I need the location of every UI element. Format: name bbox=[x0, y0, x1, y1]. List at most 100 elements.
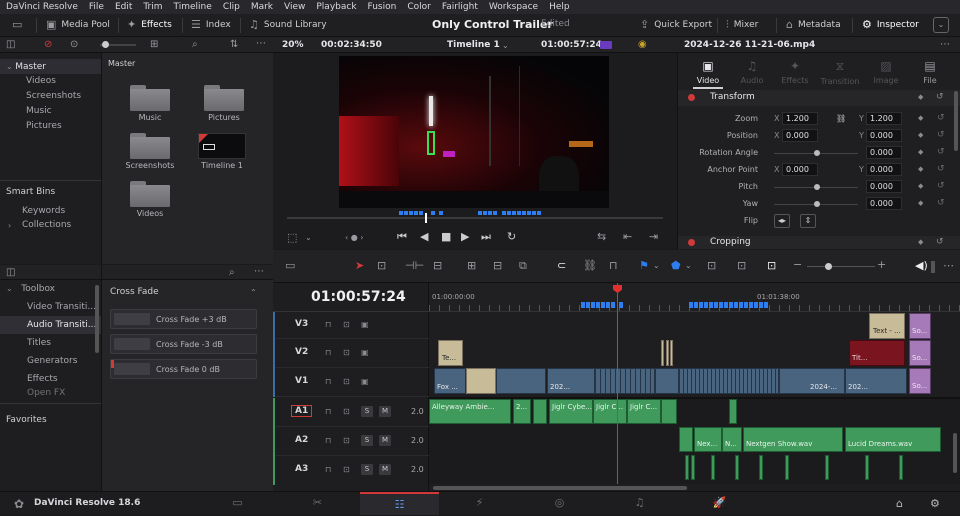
auto-select-icon[interactable]: ⊡ bbox=[343, 407, 350, 416]
v1-cuts-a[interactable] bbox=[595, 368, 655, 394]
timeline-marker[interactable] bbox=[749, 302, 753, 308]
a1-clip-2[interactable]: 2... bbox=[513, 399, 531, 424]
timeline-tracks[interactable]: 01:00:00:00 01:01:38:00 Text - ... So...… bbox=[429, 283, 960, 491]
menu-edit[interactable]: Edit bbox=[115, 2, 132, 12]
timeline-marker[interactable] bbox=[606, 302, 610, 308]
timeline-playhead[interactable] bbox=[617, 283, 618, 491]
trim-tool-icon[interactable]: ⊡ bbox=[377, 260, 386, 271]
viewer-zoom[interactable]: 20% bbox=[282, 40, 304, 50]
a3-clip-g[interactable] bbox=[825, 455, 829, 480]
a1-jiglr-c-clip-2[interactable]: Jiglr C... bbox=[627, 399, 661, 424]
v2-title-clip[interactable]: Tit... bbox=[849, 340, 905, 366]
timeline-marker[interactable] bbox=[689, 302, 693, 308]
timeline-marker[interactable] bbox=[694, 302, 698, 308]
tab-image[interactable]: ▨ Image bbox=[864, 59, 908, 85]
solo-button[interactable]: S bbox=[361, 406, 373, 417]
a1-alleyway-clip[interactable]: Alleyway Ambie... bbox=[429, 399, 511, 424]
link-icon[interactable]: ⊘ bbox=[44, 39, 52, 50]
next-edit-icon[interactable]: ⇥ bbox=[649, 231, 658, 242]
play-reverse-icon[interactable]: ◀ bbox=[420, 231, 428, 242]
play-icon[interactable]: ▶ bbox=[461, 231, 469, 242]
fx-audio-transitions[interactable]: Audio Transiti... bbox=[0, 316, 101, 334]
search-icon[interactable]: ⌕ bbox=[192, 39, 198, 50]
tab-video[interactable]: ▣ Video bbox=[686, 59, 730, 89]
viewer-marker[interactable] bbox=[507, 211, 511, 215]
menu-color[interactable]: Color bbox=[407, 2, 431, 12]
fx-generators[interactable]: Generators bbox=[0, 352, 101, 370]
reset-icon[interactable]: ↺ bbox=[937, 198, 952, 208]
folder-videos[interactable] bbox=[130, 181, 170, 207]
metadata-button[interactable]: ⌂ Metadata bbox=[786, 19, 841, 30]
viewer-marker[interactable] bbox=[478, 211, 482, 215]
timeline-ruler[interactable]: 01:00:00:00 01:01:38:00 bbox=[429, 283, 960, 312]
flag-icon[interactable]: ⚑ bbox=[639, 260, 649, 271]
viewer-marker[interactable] bbox=[512, 211, 516, 215]
transform-header[interactable]: Transform ◆ ↺ bbox=[678, 90, 960, 106]
marker-icon[interactable]: ⬟ bbox=[671, 260, 681, 271]
timeline-marker[interactable] bbox=[764, 302, 768, 308]
sidebar-toggle-icon[interactable]: ◫ bbox=[6, 39, 15, 50]
pitch-slider-knob[interactable] bbox=[814, 184, 820, 190]
effects-tree-scrollbar[interactable] bbox=[95, 285, 99, 353]
timeline-zoom-slider[interactable] bbox=[807, 266, 875, 267]
timeline-thumbnail[interactable] bbox=[198, 133, 246, 159]
timeline-marker[interactable] bbox=[619, 302, 623, 308]
solo-button[interactable]: S bbox=[361, 464, 373, 475]
pitch-field[interactable]: 0.000 bbox=[866, 180, 902, 193]
menu-file[interactable]: File bbox=[89, 2, 104, 12]
dynamic-trim-icon[interactable]: ⊣⊢ bbox=[405, 260, 424, 271]
timeline-marker[interactable] bbox=[586, 302, 590, 308]
viewer-marker[interactable] bbox=[414, 211, 418, 215]
v2-so-clip[interactable]: So... bbox=[909, 340, 931, 366]
reset-icon[interactable]: ↺ bbox=[936, 92, 944, 102]
keyframe-icon[interactable]: ◆ bbox=[918, 182, 923, 190]
anchor-x-field[interactable]: 0.000 bbox=[782, 163, 818, 176]
viewer-marker[interactable] bbox=[517, 211, 521, 215]
v1-2024-clip-b[interactable]: 2024-... bbox=[779, 368, 845, 394]
effects-button[interactable]: ✦ Effects bbox=[127, 19, 172, 30]
fx-titles[interactable]: Titles bbox=[0, 334, 101, 352]
zoom-x-field[interactable]: 1.200 bbox=[782, 112, 818, 125]
reset-icon[interactable]: ↺ bbox=[937, 113, 952, 123]
v3-text-clip[interactable]: Text - ... bbox=[869, 313, 905, 339]
auto-select-icon[interactable]: ⊡ bbox=[343, 465, 350, 474]
auto-select-icon[interactable]: ⊡ bbox=[343, 436, 350, 445]
menu-timeline[interactable]: Timeline bbox=[174, 2, 212, 12]
viewer-marker[interactable] bbox=[404, 211, 408, 215]
reset-icon[interactable]: ↺ bbox=[937, 130, 952, 140]
a3-clip-f[interactable] bbox=[785, 455, 789, 480]
keyframe-icon[interactable]: ◆ bbox=[918, 93, 923, 101]
v2-text-clip[interactable]: Te... bbox=[438, 340, 463, 366]
a2-lucid-dreams-clip[interactable]: Lucid Dreams.wav bbox=[845, 427, 941, 452]
rotation-slider-knob[interactable] bbox=[814, 150, 820, 156]
tab-effects[interactable]: ✦ Effects bbox=[773, 59, 817, 85]
a2-nex-clip[interactable]: Nex... bbox=[694, 427, 722, 452]
a3-clip-b[interactable] bbox=[691, 455, 695, 480]
viewer-marker[interactable] bbox=[502, 211, 506, 215]
lock-icon[interactable]: ⊓ bbox=[325, 377, 331, 386]
menu-help[interactable]: Help bbox=[549, 2, 570, 12]
link-icon[interactable]: ⛓ bbox=[583, 260, 597, 271]
flip-horizontal-button[interactable]: ◂▸ bbox=[774, 214, 790, 228]
anchor-y-field[interactable]: 0.000 bbox=[866, 163, 902, 176]
overwrite-clip-icon[interactable]: ⊟ bbox=[493, 260, 502, 271]
timeline-marker[interactable] bbox=[601, 302, 605, 308]
bin-master[interactable]: ⌄ Master bbox=[0, 59, 101, 74]
page-media[interactable]: ▭ bbox=[198, 492, 277, 515]
v1-so-clip[interactable]: So... bbox=[909, 368, 931, 394]
timeline-marker[interactable] bbox=[759, 302, 763, 308]
transition-cross-fade-minus3[interactable]: Cross Fade -3 dB bbox=[110, 334, 257, 354]
zoom-slider-knob[interactable] bbox=[825, 263, 832, 270]
mute-button[interactable]: M bbox=[379, 406, 391, 417]
menu-clip[interactable]: Clip bbox=[223, 2, 240, 12]
page-cut[interactable]: ✂ bbox=[278, 492, 357, 515]
position-y-field[interactable]: 0.000 bbox=[866, 129, 902, 142]
menu-mark[interactable]: Mark bbox=[251, 2, 273, 12]
replace-clip-icon[interactable]: ⧉ bbox=[519, 260, 527, 271]
toolbox-row[interactable]: ⌄ Toolbox bbox=[0, 280, 101, 298]
timeline-marker[interactable] bbox=[729, 302, 733, 308]
smart-bin-collections[interactable]: Collections bbox=[22, 220, 71, 230]
transition-cross-fade-plus3[interactable]: Cross Fade +3 dB bbox=[110, 309, 257, 329]
viewer-marker[interactable] bbox=[532, 211, 536, 215]
a3-clip-i[interactable] bbox=[899, 455, 903, 480]
